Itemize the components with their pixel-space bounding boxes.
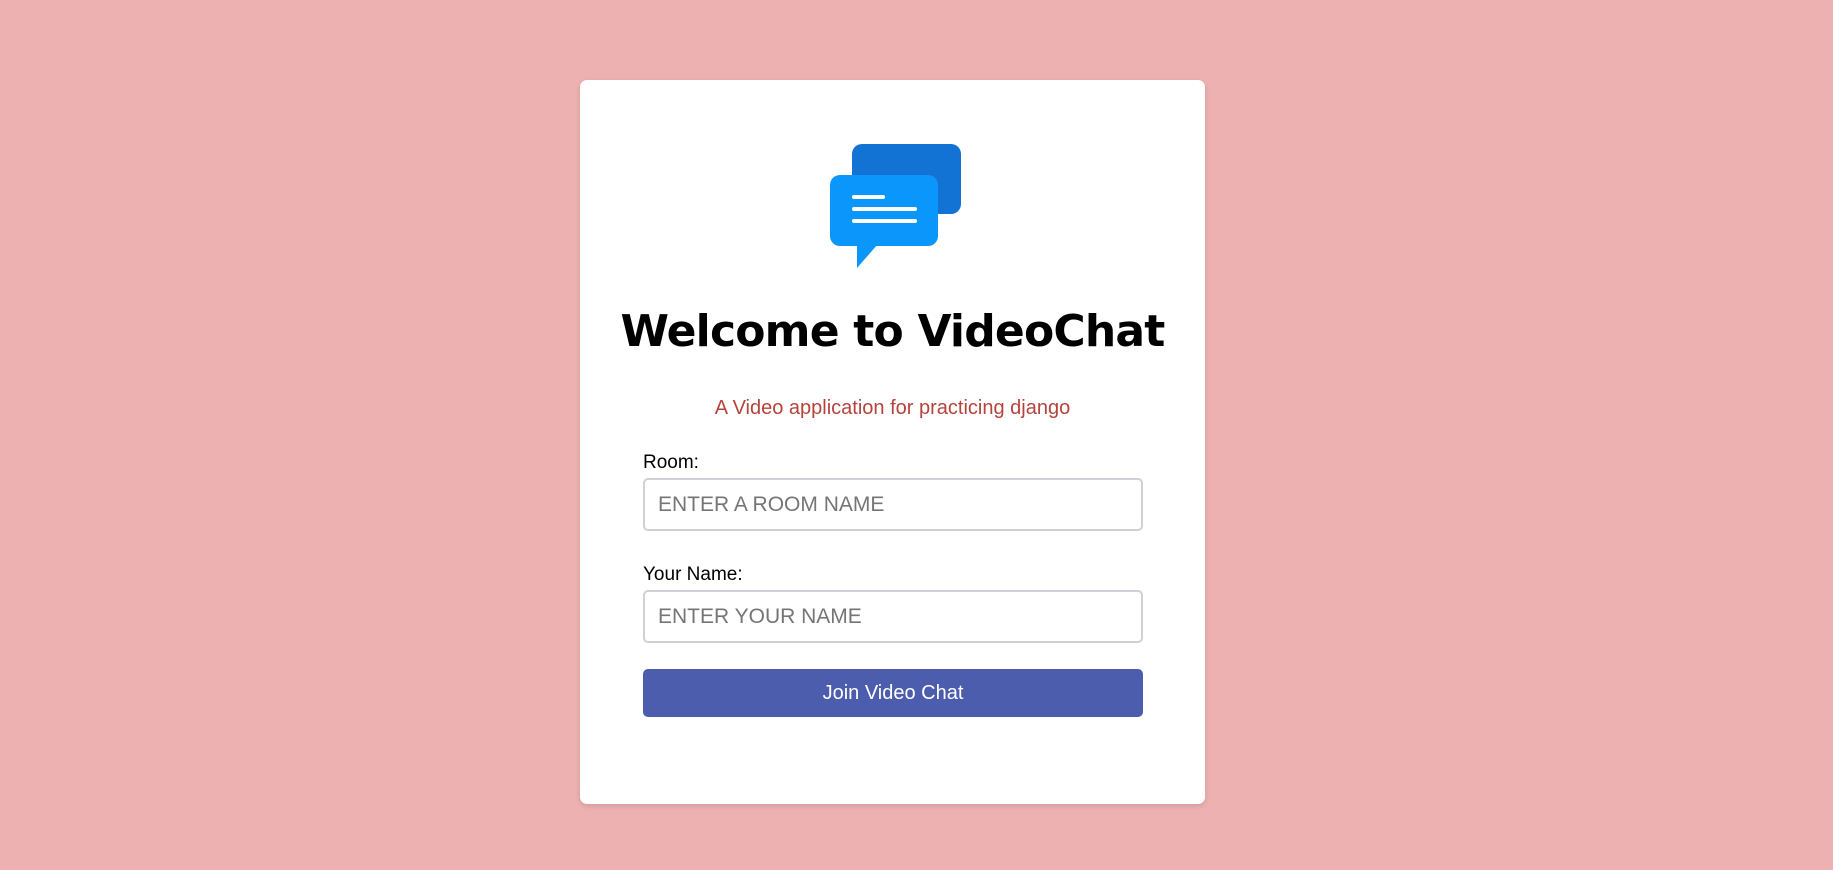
room-input[interactable]	[643, 478, 1143, 531]
bubble-tail	[857, 244, 878, 268]
page-subtitle: A Video application for practicing djang…	[714, 397, 1071, 419]
page-title: Welcome to VideoChat	[620, 306, 1165, 357]
name-input[interactable]	[643, 590, 1143, 643]
login-card: Welcome to VideoChat A Video application…	[580, 80, 1205, 804]
chat-bubbles-icon	[830, 144, 961, 268]
room-label: Room:	[643, 452, 699, 473]
name-label: Your Name:	[643, 564, 743, 585]
join-video-chat-button[interactable]: Join Video Chat	[643, 669, 1143, 717]
